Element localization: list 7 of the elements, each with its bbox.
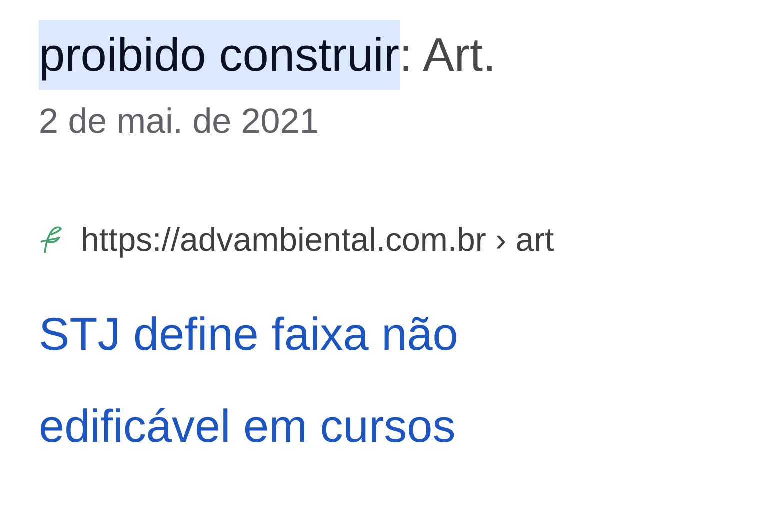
result-url[interactable]: https://advambiental.com.br › art — [81, 220, 554, 260]
snippet-text: : Art. — [400, 27, 496, 83]
highlighted-snippet-text: proibido construir — [39, 20, 400, 90]
result-date: 2 de mai. de 2021 — [39, 102, 320, 142]
result-title-link[interactable]: edificável em cursos — [39, 380, 456, 472]
result-title-link[interactable]: STJ define faixa não — [39, 288, 458, 380]
leaf-favicon-icon — [39, 226, 63, 254]
